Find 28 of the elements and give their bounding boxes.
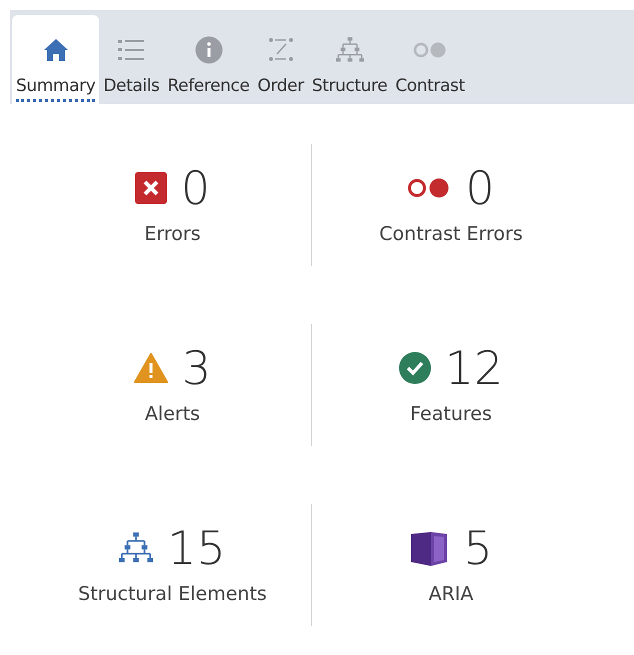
stat-label: Alerts xyxy=(144,403,200,425)
stat-label: Features xyxy=(410,403,492,425)
count: 0 xyxy=(180,165,210,211)
list-icon xyxy=(117,38,146,62)
info-icon xyxy=(194,36,222,64)
warning-icon xyxy=(134,353,168,383)
hierarchy-icon xyxy=(119,531,154,565)
count: 15 xyxy=(167,525,226,571)
home-icon xyxy=(42,38,69,62)
count: 0 xyxy=(465,165,495,211)
hierarchy-icon xyxy=(336,36,364,64)
count: 12 xyxy=(444,345,504,391)
stat-label: Errors xyxy=(144,223,201,245)
tab[interactable]: Summary xyxy=(12,15,100,104)
error-icon xyxy=(134,172,167,204)
stat-label: ARIA xyxy=(428,583,474,605)
count: 3 xyxy=(182,345,212,391)
contrast-icon xyxy=(407,178,452,198)
contrast-icon xyxy=(413,42,448,58)
checkmark-icon xyxy=(398,352,431,384)
tab[interactable]: Order xyxy=(254,15,308,104)
tab[interactable]: Structure xyxy=(308,15,392,104)
tab[interactable]: Details xyxy=(99,15,164,104)
count: 5 xyxy=(463,525,493,571)
tab[interactable]: Reference xyxy=(164,15,254,104)
tab[interactable]: Contrast xyxy=(391,15,469,104)
stat-label: Contrast Errors xyxy=(379,223,523,245)
stat-label: Structural Elements xyxy=(78,583,267,605)
